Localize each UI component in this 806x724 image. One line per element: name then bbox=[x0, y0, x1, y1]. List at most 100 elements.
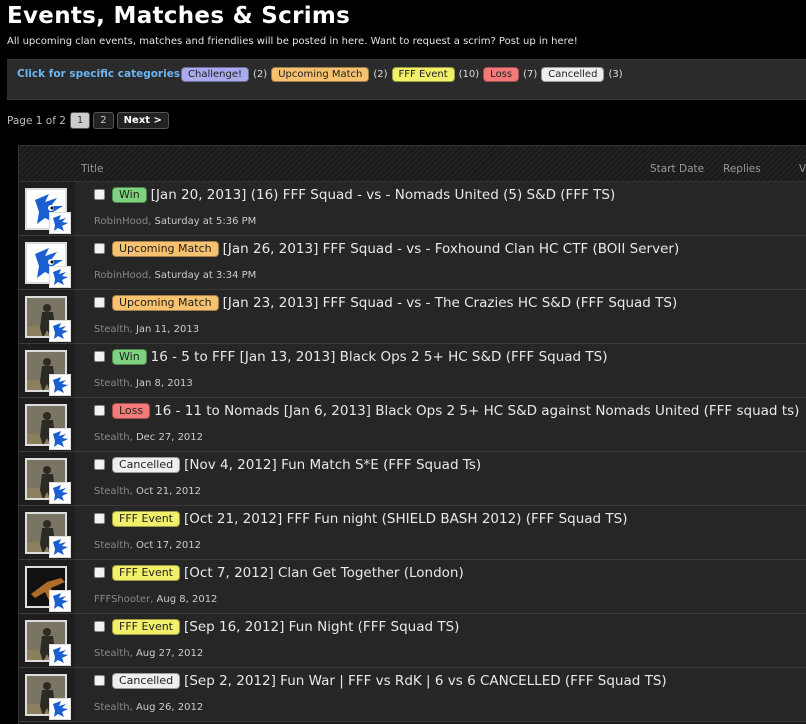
thread-title-line: Win [Jan 20, 2013] (16) FFF Squad - vs -… bbox=[112, 187, 615, 203]
thread-checkbox[interactable] bbox=[94, 405, 105, 416]
avatar-cell bbox=[19, 452, 75, 505]
thread-title-link[interactable]: [Oct 7, 2012] Clan Get Together (London) bbox=[184, 565, 464, 581]
page-1-button[interactable]: 1 bbox=[69, 112, 91, 129]
last-poster-avatar[interactable] bbox=[49, 212, 71, 234]
last-poster-avatar[interactable] bbox=[49, 482, 71, 504]
thread-checkbox[interactable] bbox=[94, 513, 105, 524]
title-column-header[interactable]: Title bbox=[81, 163, 104, 175]
thread-title-link[interactable]: [Jan 26, 2013] FFF Squad - vs - Foxhound… bbox=[223, 241, 680, 257]
thread-prefix-badge[interactable]: Upcoming Match bbox=[112, 241, 219, 257]
replies-column-header[interactable]: Replies bbox=[723, 163, 761, 175]
thread-prefix-badge[interactable]: Loss bbox=[112, 403, 151, 419]
thread-prefix-badge[interactable]: FFF Event bbox=[112, 619, 180, 635]
thread-title-link[interactable]: [Jan 20, 2013] (16) FFF Squad - vs - Nom… bbox=[151, 187, 616, 203]
thread-title-link[interactable]: [Nov 4, 2012] Fun Match S*E (FFF Squad T… bbox=[184, 457, 481, 473]
thread-date[interactable]: Saturday at 5:36 PM bbox=[155, 216, 257, 227]
thread-author[interactable]: Stealth bbox=[94, 432, 130, 443]
last-poster-avatar[interactable] bbox=[49, 428, 71, 450]
next-page-button[interactable]: Next > bbox=[116, 112, 169, 129]
thread-prefix-badge[interactable]: FFF Event bbox=[112, 511, 180, 527]
thread-date[interactable]: Oct 17, 2012 bbox=[136, 540, 201, 551]
thread-author[interactable]: Stealth bbox=[94, 378, 130, 389]
thread-author[interactable]: Stealth bbox=[94, 702, 130, 713]
thread-date[interactable]: Dec 27, 2012 bbox=[136, 432, 203, 443]
thread-date[interactable]: Aug 27, 2012 bbox=[136, 648, 203, 659]
category-pill[interactable]: Cancelled bbox=[541, 67, 605, 82]
last-poster-avatar[interactable] bbox=[49, 536, 71, 558]
avatar-cell bbox=[19, 398, 75, 451]
avatar-cell bbox=[19, 614, 75, 667]
thread-checkbox[interactable] bbox=[94, 351, 105, 362]
thread-prefix-badge[interactable]: Upcoming Match bbox=[112, 295, 219, 311]
category-pill[interactable]: FFF Event bbox=[391, 67, 455, 82]
thread-meta: Stealth, Aug 26, 2012 bbox=[94, 702, 203, 713]
thread-date[interactable]: Saturday at 3:34 PM bbox=[155, 270, 257, 281]
thread-date[interactable]: Jan 8, 2013 bbox=[136, 378, 193, 389]
last-poster-avatar[interactable] bbox=[49, 266, 71, 288]
thread-row[interactable]: Cancelled [Sep 2, 2012] Fun War | FFF vs… bbox=[19, 668, 806, 722]
thread-title-link[interactable]: 16 - 5 to FFF [Jan 13, 2013] Black Ops 2… bbox=[151, 349, 608, 365]
thread-rows: Win [Jan 20, 2013] (16) FFF Squad - vs -… bbox=[19, 182, 806, 722]
thread-checkbox[interactable] bbox=[94, 675, 105, 686]
thread-row[interactable]: Upcoming Match [Jan 23, 2013] FFF Squad … bbox=[19, 290, 806, 344]
thread-title-link[interactable]: [Sep 2, 2012] Fun War | FFF vs RdK | 6 v… bbox=[184, 673, 667, 689]
thread-author[interactable]: RobinHood bbox=[94, 216, 148, 227]
thread-author[interactable]: FFFShooter bbox=[94, 594, 150, 605]
thread-row[interactable]: FFF Event [Oct 7, 2012] Clan Get Togethe… bbox=[19, 560, 806, 614]
category-pill[interactable]: Loss bbox=[483, 67, 520, 82]
last-poster-avatar[interactable] bbox=[49, 374, 71, 396]
thread-checkbox[interactable] bbox=[94, 459, 105, 470]
thread-row[interactable]: FFF Event [Oct 21, 2012] FFF Fun night (… bbox=[19, 506, 806, 560]
thread-meta: Stealth, Dec 27, 2012 bbox=[94, 432, 203, 443]
category-item: FFF Event (10) bbox=[391, 67, 479, 82]
category-label: Click for specific categories: bbox=[17, 68, 185, 80]
thread-row[interactable]: Win 16 - 5 to FFF [Jan 13, 2013] Black O… bbox=[19, 344, 806, 398]
page-2-button[interactable]: 2 bbox=[93, 112, 114, 129]
thread-prefix-badge[interactable]: FFF Event bbox=[112, 565, 180, 581]
last-poster-avatar[interactable] bbox=[49, 698, 71, 720]
thread-title-link[interactable]: 16 - 11 to Nomads [Jan 6, 2013] Black Op… bbox=[154, 403, 799, 419]
thread-meta: RobinHood, Saturday at 3:34 PM bbox=[94, 270, 256, 281]
category-item: Upcoming Match (2) bbox=[271, 67, 388, 82]
thread-checkbox[interactable] bbox=[94, 567, 105, 578]
category-pill[interactable]: Upcoming Match bbox=[271, 67, 370, 82]
avatar-cell bbox=[19, 290, 75, 343]
thread-checkbox[interactable] bbox=[94, 243, 105, 254]
thread-title-link[interactable]: [Oct 21, 2012] FFF Fun night (SHIELD BAS… bbox=[184, 511, 628, 527]
list-header: Title Start Date Replies V bbox=[19, 146, 806, 182]
thread-author[interactable]: Stealth bbox=[94, 486, 130, 497]
thread-author[interactable]: Stealth bbox=[94, 648, 130, 659]
thread-prefix-badge[interactable]: Cancelled bbox=[112, 457, 181, 473]
thread-row[interactable]: Loss 16 - 11 to Nomads [Jan 6, 2013] Bla… bbox=[19, 398, 806, 452]
thread-checkbox[interactable] bbox=[94, 189, 105, 200]
thread-prefix-badge[interactable]: Win bbox=[112, 187, 147, 203]
thread-title-line: FFF Event [Sep 16, 2012] Fun Night (FFF … bbox=[112, 619, 459, 635]
thread-title-line: Cancelled [Nov 4, 2012] Fun Match S*E (F… bbox=[112, 457, 481, 473]
thread-author[interactable]: Stealth bbox=[94, 540, 130, 551]
category-pill[interactable]: Challenge! bbox=[181, 67, 250, 82]
thread-prefix-badge[interactable]: Win bbox=[112, 349, 147, 365]
thread-author[interactable]: Stealth bbox=[94, 324, 130, 335]
avatar-cell bbox=[19, 560, 75, 613]
start-date-column-header[interactable]: Start Date bbox=[650, 163, 704, 175]
thread-prefix-badge[interactable]: Cancelled bbox=[112, 673, 181, 689]
thread-title-link[interactable]: [Jan 23, 2013] FFF Squad - vs - The Craz… bbox=[223, 295, 678, 311]
views-column-header[interactable]: V bbox=[799, 163, 806, 175]
thread-meta: RobinHood, Saturday at 5:36 PM bbox=[94, 216, 256, 227]
thread-checkbox[interactable] bbox=[94, 621, 105, 632]
thread-date[interactable]: Aug 8, 2012 bbox=[157, 594, 218, 605]
thread-date[interactable]: Oct 21, 2012 bbox=[136, 486, 201, 497]
thread-title-line: Loss 16 - 11 to Nomads [Jan 6, 2013] Bla… bbox=[112, 403, 799, 419]
thread-author[interactable]: RobinHood bbox=[94, 270, 148, 281]
last-poster-avatar[interactable] bbox=[49, 320, 71, 342]
last-poster-avatar[interactable] bbox=[49, 590, 71, 612]
thread-row[interactable]: FFF Event [Sep 16, 2012] Fun Night (FFF … bbox=[19, 614, 806, 668]
thread-title-link[interactable]: [Sep 16, 2012] Fun Night (FFF Squad TS) bbox=[184, 619, 459, 635]
last-poster-avatar[interactable] bbox=[49, 644, 71, 666]
thread-row[interactable]: Cancelled [Nov 4, 2012] Fun Match S*E (F… bbox=[19, 452, 806, 506]
thread-date[interactable]: Jan 11, 2013 bbox=[136, 324, 199, 335]
thread-checkbox[interactable] bbox=[94, 297, 105, 308]
thread-date[interactable]: Aug 26, 2012 bbox=[136, 702, 203, 713]
thread-row[interactable]: Win [Jan 20, 2013] (16) FFF Squad - vs -… bbox=[19, 182, 806, 236]
thread-row[interactable]: Upcoming Match [Jan 26, 2013] FFF Squad … bbox=[19, 236, 806, 290]
